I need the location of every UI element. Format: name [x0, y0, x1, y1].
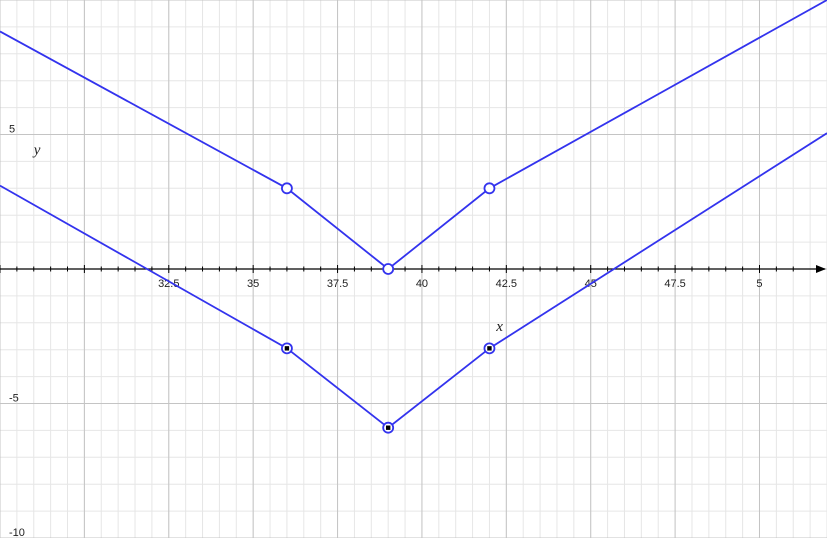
- x-tick-label: 5: [756, 278, 762, 290]
- axes: [0, 265, 826, 273]
- series-line: [0, 132, 827, 429]
- data-point: [483, 182, 496, 195]
- x-tick-label: 37.5: [327, 278, 348, 290]
- data-point: [382, 263, 395, 275]
- x-tick-label: 47.5: [664, 278, 685, 290]
- y-tick-label: -5: [9, 393, 19, 405]
- x-tick-label: 40: [416, 278, 428, 290]
- y-tick-label: -10: [9, 527, 25, 538]
- x-tick-label: 42.5: [496, 278, 517, 290]
- function-plot: 32.53537.54042.54547.55-10-5510 x y: [0, 0, 827, 538]
- x-tick-label: 32.5: [158, 278, 179, 290]
- data-point-center: [284, 346, 290, 351]
- x-axis-label: x: [495, 319, 503, 335]
- y-axis-label: y: [32, 143, 41, 159]
- x-axis-arrow: [816, 265, 826, 273]
- data-point-center: [385, 425, 391, 430]
- data-point-center: [487, 346, 492, 351]
- data-point: [281, 182, 293, 195]
- y-tick-label: 10: [9, 0, 21, 1]
- x-tick-label: 35: [247, 278, 259, 290]
- series-layer: [0, 0, 827, 434]
- y-tick-label: 5: [9, 124, 15, 136]
